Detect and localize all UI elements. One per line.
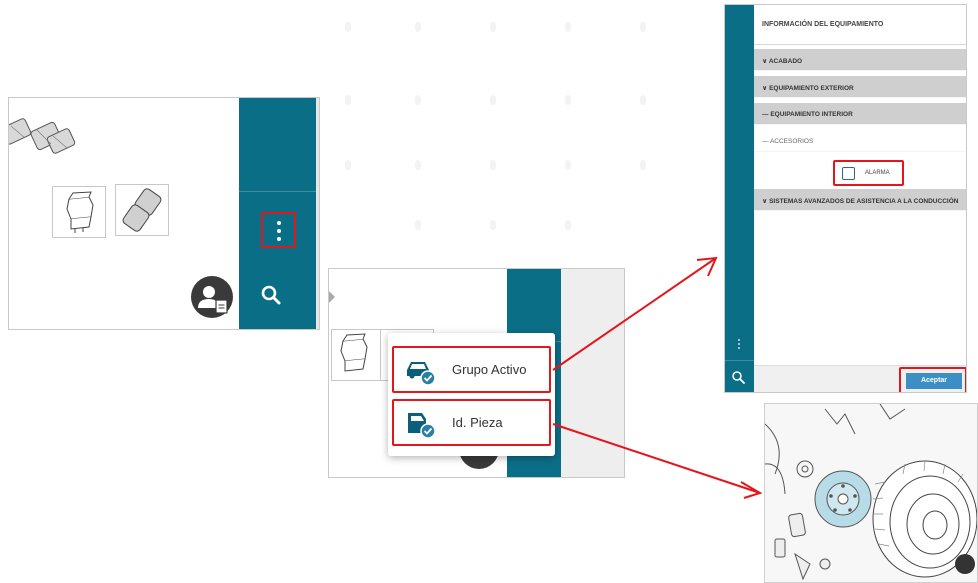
tutorial-screenshot: Grupo Activo Id. Pieza INFORMACIÓN DEL E…	[0, 0, 978, 583]
connector-arrows	[552, 256, 763, 499]
